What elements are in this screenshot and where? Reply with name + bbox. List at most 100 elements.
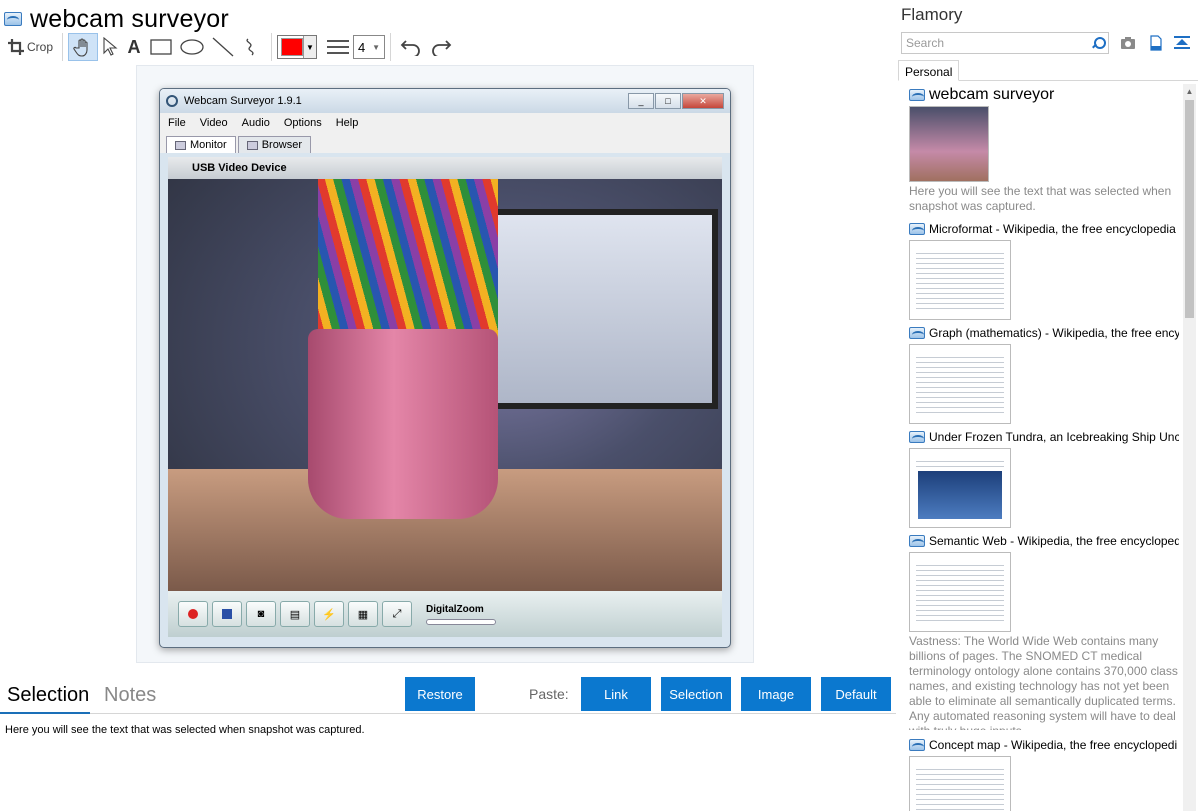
captured-controls: ◙ ▤ ⚡ ▦ ⤢ DigitalZoom [168, 591, 722, 637]
snapshot-icon [909, 739, 925, 751]
captured-menu-file: File [168, 117, 186, 129]
redo-icon [432, 40, 452, 56]
line-tool-button[interactable] [208, 33, 238, 61]
list-item-header: Microformat - Wikipedia, the free encycl… [909, 220, 1179, 238]
list-item-thumbnail [909, 240, 1011, 320]
undo-button[interactable] [396, 33, 426, 61]
toolbar-divider [271, 33, 273, 61]
close-icon: ✕ [682, 93, 724, 109]
list-item[interactable]: Under Frozen Tundra, an Icebreaking Ship… [909, 428, 1179, 528]
search-input[interactable]: Search [901, 32, 1109, 54]
undo-icon [400, 40, 420, 56]
monitor-icon [175, 140, 186, 150]
scroll-up-icon[interactable]: ▲ [1183, 84, 1196, 98]
toolbar-divider [62, 33, 64, 61]
restore-button[interactable]: Restore [405, 677, 475, 711]
stop-icon [212, 601, 242, 627]
list-item-title: Semantic Web - Wikipedia, the free encyc… [929, 534, 1179, 548]
captured-tab-monitor: Monitor [166, 136, 236, 153]
captured-tab-browser: Browser [237, 136, 312, 153]
freehand-tool-button[interactable] [238, 33, 266, 61]
selection-text[interactable]: Here you will see the text that was sele… [5, 724, 365, 736]
annotation-toolbar: Crop A ▼ 4 ▼ [4, 32, 456, 62]
captured-titlebar: Webcam Surveyor 1.9.1 _ □ ✕ [160, 89, 730, 113]
hand-icon [73, 38, 88, 57]
list-item-thumbnail [909, 106, 989, 182]
line-width-icon [327, 40, 350, 54]
film-icon: ▤ [280, 601, 310, 627]
text-tool-button[interactable]: A [122, 33, 146, 61]
arrow-cursor-icon [103, 37, 118, 56]
freehand-icon [246, 38, 254, 56]
thumbnail-photo [918, 471, 1002, 519]
paste-selection-button[interactable]: Selection [661, 677, 731, 711]
crop-button[interactable]: Crop [4, 33, 57, 61]
list-item-title: Microformat - Wikipedia, the free encycl… [929, 222, 1176, 236]
document-icon[interactable] [1148, 35, 1164, 51]
line-width-select[interactable]: 4 ▼ [353, 35, 386, 59]
photo-pencil-cup [308, 329, 498, 519]
line-icon [212, 37, 234, 57]
tab-notes[interactable]: Notes [104, 684, 156, 714]
paste-link-button[interactable]: Link [581, 677, 651, 711]
captured-window-controls: _ □ ✕ [627, 93, 724, 109]
collapse-icon[interactable] [1174, 35, 1190, 51]
select-tool-button[interactable] [98, 33, 122, 61]
text-tool-icon: A [127, 36, 141, 57]
ellipse-tool-button[interactable] [176, 33, 208, 61]
tab-selection[interactable]: Selection [0, 684, 90, 714]
captured-tab-browser-label: Browser [261, 139, 303, 151]
browser-icon [246, 140, 258, 150]
list-item-description: Vastness: The World Wide Web contains ma… [909, 634, 1178, 730]
list-item-header: Semantic Web - Wikipedia, the free encyc… [909, 532, 1179, 550]
captured-menu-video: Video [199, 117, 228, 129]
captured-menubar: File Video Audio Options Help [160, 113, 730, 133]
snapshot-app-icon [4, 12, 22, 26]
captured-tab-monitor-label: Monitor [190, 139, 227, 151]
captured-window-title: Webcam Surveyor 1.9.1 [184, 95, 302, 107]
camera-icon[interactable] [1120, 35, 1136, 51]
chevron-down-icon: ▼ [372, 42, 381, 52]
list-item[interactable]: Graph (mathematics) - Wikipedia, the fre… [909, 324, 1179, 424]
line-width-button[interactable] [323, 33, 353, 61]
tab-personal[interactable]: Personal [898, 60, 960, 81]
sidebar-scrollbar[interactable]: ▲ [1183, 84, 1196, 811]
color-picker[interactable]: ▼ [277, 35, 318, 59]
search-placeholder: Search [906, 36, 945, 50]
list-item-header: Under Frozen Tundra, an Icebreaking Ship… [909, 428, 1179, 446]
rectangle-tool-button[interactable] [146, 33, 176, 61]
webcam-photo [168, 179, 722, 591]
list-item-thumbnail [909, 756, 1011, 811]
list-item[interactable]: webcam surveyor Here you will see the te… [909, 86, 1179, 214]
chevron-down-icon: ▼ [303, 36, 317, 58]
fullscreen-icon: ⤢ [382, 601, 412, 627]
paste-image-button[interactable]: Image [741, 677, 811, 711]
scrollbar-thumb[interactable] [1185, 100, 1194, 318]
snapshot-icon [909, 431, 925, 443]
snapshot-editor: webcam surveyor Crop A ▼ 4 ▼ Webcam Surv… [0, 0, 896, 811]
list-item-thumbnail [909, 448, 1011, 528]
snapshot-canvas[interactable]: Webcam Surveyor 1.9.1 _ □ ✕ File Video A… [136, 65, 754, 663]
digital-zoom-label: DigitalZoom [426, 603, 484, 615]
list-item[interactable]: Microformat - Wikipedia, the free encycl… [909, 220, 1179, 320]
sidebar-tabbar: Personal [898, 60, 1198, 81]
search-icon[interactable] [1091, 36, 1106, 50]
list-item[interactable]: Semantic Web - Wikipedia, the free encyc… [909, 532, 1179, 730]
toolbar-divider [390, 33, 392, 61]
crop-label: Crop [27, 40, 54, 54]
minimize-icon: _ [628, 93, 654, 109]
line-width-value: 4 [358, 39, 366, 55]
list-item[interactable]: Concept map - Wikipedia, the free encycl… [909, 736, 1179, 811]
flamory-sidebar: Flamory Search Personal webcam surveyor … [898, 0, 1198, 811]
rectangle-icon [150, 39, 172, 55]
captured-menu-options: Options [283, 117, 322, 129]
paste-default-button[interactable]: Default [821, 677, 891, 711]
list-item-description: Here you will see the text that was sele… [909, 184, 1172, 213]
ellipse-icon [180, 39, 204, 55]
document-title[interactable]: webcam surveyor [30, 5, 229, 34]
hand-tool-button[interactable] [68, 33, 99, 61]
captured-menu-help: Help [335, 117, 359, 129]
maximize-icon: □ [655, 93, 681, 109]
redo-button[interactable] [426, 33, 456, 61]
list-item-thumbnail [909, 344, 1011, 424]
